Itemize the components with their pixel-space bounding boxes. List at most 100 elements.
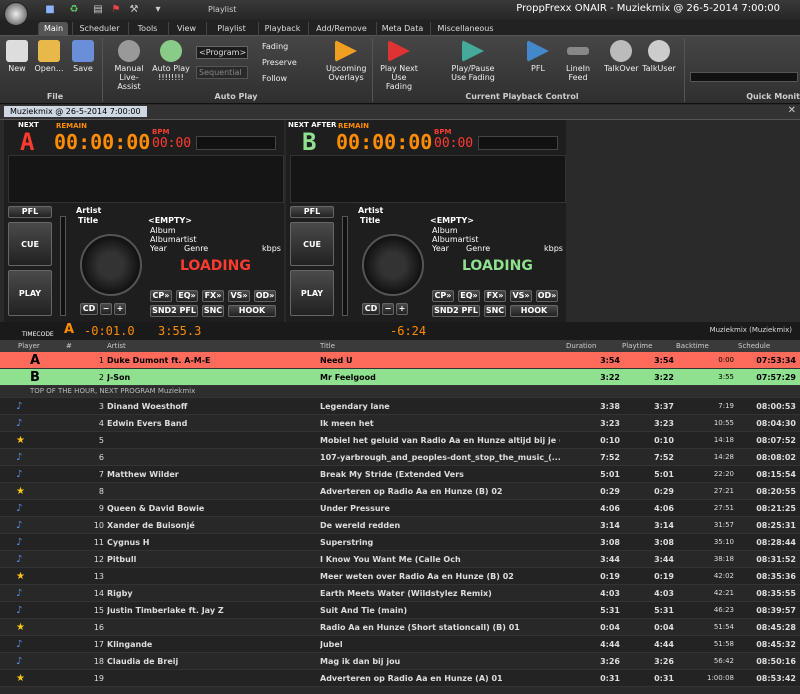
deck-b-pfl-button[interactable]: PFL <box>290 206 334 218</box>
table-row[interactable]: ♪ 9 Queen & David Bowie Under Pressure 4:06 4… <box>0 500 800 517</box>
row-backtime: 35:10 <box>713 538 734 546</box>
table-row[interactable]: ♪ 10 Xander de Buisonjé De wereld redden 3:1… <box>0 517 800 534</box>
deck-b-play-button[interactable]: PLAY <box>290 270 334 316</box>
table-row[interactable]: ♪ 12 Pitbull I Know You Want Me (Calle Och 3… <box>0 551 800 568</box>
deck-a-jog-wheel[interactable] <box>80 234 142 296</box>
table-row[interactable]: ★ 16 Radio Aa en Hunze (Short stationcall)… <box>0 619 800 636</box>
pfl-button[interactable]: PFL <box>526 40 550 73</box>
tab-miscellaneous[interactable]: Miscellaneous <box>430 22 500 36</box>
tab-view[interactable]: View <box>168 22 204 36</box>
open-button[interactable]: Open... <box>34 40 64 73</box>
program-select[interactable]: <Program> <box>196 46 248 59</box>
deck-a-cue-button[interactable]: CUE <box>8 222 52 266</box>
manual-live-assist-button[interactable]: Manual Live-Assist <box>108 40 150 91</box>
tab-playlist[interactable]: Playlist <box>206 22 256 36</box>
tab-meta-data[interactable]: Meta Data <box>376 22 428 36</box>
tab-playback[interactable]: Playback <box>258 22 306 36</box>
tab-add-remove[interactable]: Add/Remove <box>308 22 374 36</box>
table-row[interactable]: ♪ 4 Edwin Evers Band Ik meen het 3:23 3:23 10:… <box>0 415 800 432</box>
col-schedule[interactable]: Schedule <box>738 342 770 350</box>
deck-b-cue-button[interactable]: CUE <box>290 222 334 266</box>
deck-b-plus-button[interactable]: + <box>396 303 408 315</box>
deck-b-cd-button[interactable]: CD <box>362 303 380 315</box>
deck-b-jog-wheel[interactable] <box>362 234 424 296</box>
row-playtime: 7:52 <box>654 453 674 462</box>
table-row[interactable]: ♪ 11 Cygnus H Superstring 3:08 3:08 35:10 08:28… <box>0 534 800 551</box>
customize-dropdown-icon[interactable]: ▾ <box>152 4 164 16</box>
col-duration[interactable]: Duration <box>566 342 596 350</box>
talkover-button[interactable]: TalkOver <box>604 40 639 73</box>
table-row[interactable]: ♪ 6 107-yarbrough_and_peoples-dont_stop_th… <box>0 449 800 466</box>
table-row[interactable]: ★ 13 Meer weten over Radio Aa en Hunze (B)… <box>0 568 800 585</box>
document-tab[interactable]: Muziekmix @ 26-5-2014 7:00:00 <box>4 106 147 117</box>
deck-a-fx-button[interactable]: FX» <box>202 290 224 302</box>
table-row[interactable]: A 1 Duke Dumont ft. A-M-E Need U 3:54 3:54 0:0… <box>0 352 800 369</box>
deck-b-fx-button[interactable]: FX» <box>484 290 506 302</box>
deck-a-vs-button[interactable]: VS» <box>228 290 250 302</box>
deck-a-plus-button[interactable]: + <box>114 303 126 315</box>
deck-b-minus-button[interactable]: − <box>382 303 394 315</box>
table-row[interactable]: ♪ 7 Matthew Wilder Break My Stride (Extende… <box>0 466 800 483</box>
row-playtime: 5:01 <box>654 470 674 479</box>
deck-b-year: Year <box>432 244 449 253</box>
auto-play-button[interactable]: Auto Play !!!!!!!! <box>152 40 190 82</box>
deck-b-cp-button[interactable]: CP» <box>432 290 454 302</box>
row-duration: 3:38 <box>600 402 620 411</box>
deck-a-cd-button[interactable]: CD <box>80 303 98 315</box>
table-row[interactable]: ♪ 18 Claudia de Breij Mag ik dan bij jou 3:2… <box>0 653 800 670</box>
table-row[interactable]: ★ 8 Adverteren op Radio Aa en Hunze (B) 02… <box>0 483 800 500</box>
play-pause-button[interactable]: Play/Pause Use Fading <box>450 40 496 82</box>
talkuser-button[interactable]: TalkUser <box>642 40 676 73</box>
preserve-toggle[interactable]: Preserve <box>262 58 312 67</box>
deck-a-od-button[interactable]: OD» <box>254 290 276 302</box>
upcoming-overlays-button[interactable]: Upcoming Overlays <box>326 40 366 82</box>
col-playtime[interactable]: Playtime <box>622 342 652 350</box>
close-icon[interactable]: ✕ <box>788 105 796 116</box>
col-number[interactable]: # <box>66 342 72 350</box>
new-button[interactable]: New <box>4 40 30 73</box>
deck-a-snc-button[interactable]: SNC <box>202 305 224 317</box>
deck-b-od-button[interactable]: OD» <box>536 290 558 302</box>
table-row[interactable]: ♪ 15 Justin Timberlake ft. Jay Z Suit And T… <box>0 602 800 619</box>
tab-main[interactable]: Main <box>38 22 68 36</box>
table-row[interactable]: ♪ 14 Rigby Earth Meets Water (Wildstylez Re… <box>0 585 800 602</box>
tools-quick-icon[interactable]: ⚒ <box>128 4 140 16</box>
refresh-quick-icon[interactable]: ♻ <box>68 4 80 16</box>
table-row[interactable]: B 2 J-Son Mr Feelgood 3:22 3:22 3:55 07:57:29 <box>0 369 800 386</box>
table-row[interactable]: ★ 19 Adverteren op Radio Aa en Hunze (A) 0… <box>0 670 800 687</box>
deck-b-vs-button[interactable]: VS» <box>510 290 532 302</box>
follow-toggle[interactable]: Follow <box>262 74 312 83</box>
doc-quick-icon[interactable]: ▤ <box>92 4 104 16</box>
deck-a-hook-button[interactable]: HOOK <box>228 305 276 317</box>
app-menu-orb[interactable] <box>4 2 28 26</box>
table-row[interactable]: ♪ 17 Klingande Jubel 4:44 4:44 51:58 08:45:32 <box>0 636 800 653</box>
deck-a-pfl-button[interactable]: PFL <box>8 206 52 218</box>
play-next-button[interactable]: Play Next Use Fading <box>378 40 420 91</box>
table-row[interactable]: ★ 5 Mobiel het geluid van Radio Aa en Hunz… <box>0 432 800 449</box>
col-title[interactable]: Title <box>320 342 335 350</box>
deck-a-cp-button[interactable]: CP» <box>150 290 172 302</box>
deck-b-snd2-pfl-button[interactable]: SND2 PFL <box>432 305 480 317</box>
deck-b-eq-button[interactable]: EQ» <box>458 290 480 302</box>
deck-a-minus-button[interactable]: − <box>100 303 112 315</box>
deck-a-snd2-pfl-button[interactable]: SND2 PFL <box>150 305 198 317</box>
col-player[interactable]: Player <box>18 342 40 350</box>
deck-b-volume-slider[interactable] <box>342 216 348 316</box>
flag-quick-icon[interactable]: ⚑ <box>110 4 122 16</box>
deck-b-snc-button[interactable]: SNC <box>484 305 506 317</box>
tab-scheduler[interactable]: Scheduler <box>72 22 126 36</box>
fading-toggle[interactable]: Fading <box>262 42 312 51</box>
sequential-select[interactable]: Sequential <box>196 66 248 79</box>
table-row[interactable]: ♪ 3 Dinand Woesthoff Legendary lane 3:38 3:37… <box>0 398 800 415</box>
save-quick-icon[interactable]: ■ <box>44 4 56 16</box>
program-separator-row[interactable]: TOP OF THE HOUR, NEXT PROGRAM Muziekmix <box>0 386 800 398</box>
tab-tools[interactable]: Tools <box>128 22 166 36</box>
deck-a-volume-slider[interactable] <box>60 216 66 316</box>
save-button[interactable]: Save <box>70 40 96 73</box>
linein-feed-button[interactable]: LineIn Feed <box>564 40 592 82</box>
deck-a-play-button[interactable]: PLAY <box>8 270 52 316</box>
col-backtime[interactable]: Backtime <box>676 342 709 350</box>
col-artist[interactable]: Artist <box>107 342 126 350</box>
deck-b-hook-button[interactable]: HOOK <box>510 305 558 317</box>
deck-a-eq-button[interactable]: EQ» <box>176 290 198 302</box>
